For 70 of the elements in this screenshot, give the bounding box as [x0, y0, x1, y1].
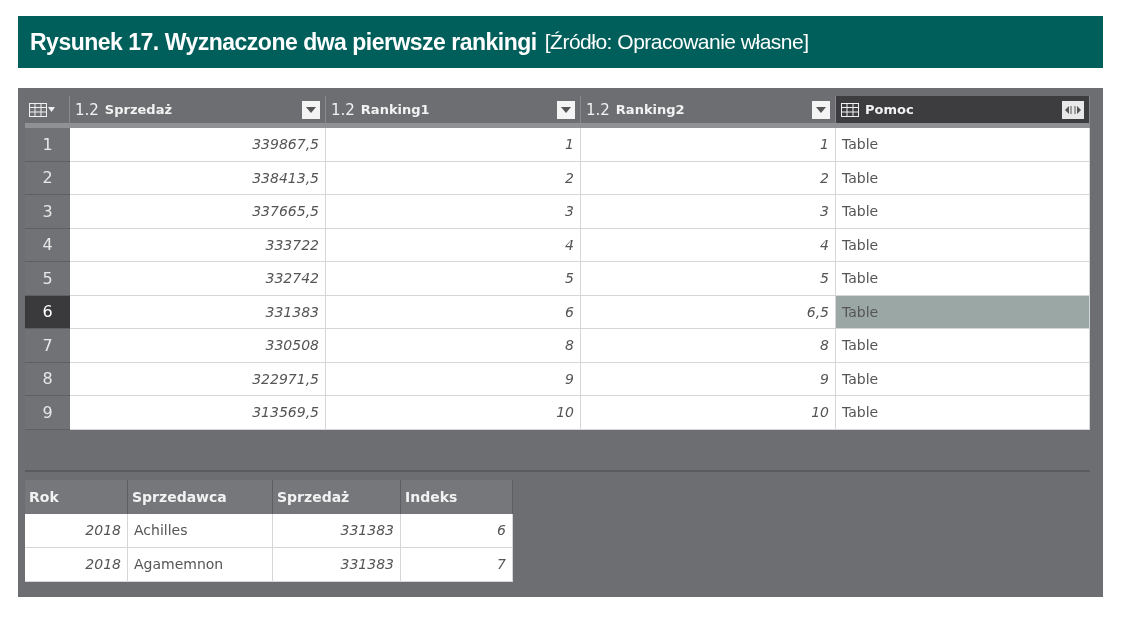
row-number[interactable]: 6	[25, 295, 70, 329]
table-cell: 3	[326, 195, 581, 229]
table-cell: 331383	[70, 295, 326, 329]
table-cell: 3	[581, 195, 836, 229]
table-cell: 333722	[70, 228, 326, 262]
table-cell: Table	[836, 195, 1090, 229]
table-cell: 330508	[70, 329, 326, 363]
table-cell: 5	[326, 262, 581, 296]
column-header: Indeks	[401, 479, 513, 514]
table-cell: 5	[581, 262, 836, 296]
table-cell: 10	[326, 396, 581, 430]
table-cell: Table	[836, 262, 1090, 296]
table-cell: 313569,5	[70, 396, 326, 430]
figure-title: Rysunek 17. Wyznaczone dwa pierwsze rankingi	[30, 28, 537, 56]
column-name: Ranking1	[360, 102, 431, 117]
column-header: Rok	[25, 479, 128, 514]
table-cell: 4	[326, 228, 581, 262]
caret-icon	[48, 107, 55, 112]
row-number[interactable]: 2	[25, 161, 70, 195]
column-header: Sprzedawca	[128, 479, 273, 514]
table-cell: 2	[326, 161, 581, 195]
table-cell: 2	[581, 161, 836, 195]
type-label: 1.2	[586, 100, 610, 119]
table-cell: Table	[836, 396, 1090, 430]
row-number[interactable]: 7	[25, 329, 70, 363]
table-cell: 6	[401, 513, 513, 548]
table-cell: Table	[836, 128, 1090, 162]
row-number[interactable]: 8	[25, 362, 70, 396]
table-cell: 8	[326, 329, 581, 363]
table-cell: 1	[581, 128, 836, 162]
row-number[interactable]: 3	[25, 195, 70, 229]
table-cell: 8	[581, 329, 836, 363]
table-cell: Achilles	[128, 513, 273, 548]
table-cell: 7	[401, 547, 513, 582]
table-cell: 1	[326, 128, 581, 162]
table-cell: Table	[836, 228, 1090, 262]
row-number[interactable]: 4	[25, 228, 70, 262]
table-cell: 322971,5	[70, 362, 326, 396]
table-cell: 339867,5	[70, 128, 326, 162]
column-header[interactable]: Pomoc	[836, 96, 1090, 128]
table-icon	[29, 102, 47, 117]
table-cell: 331383	[273, 547, 401, 582]
table-cell: Table	[836, 329, 1090, 363]
table-cell: 337665,5	[70, 195, 326, 229]
table-cell: 9	[326, 362, 581, 396]
row-number[interactable]: 5	[25, 262, 70, 296]
table-cell: 338413,5	[70, 161, 326, 195]
table-cell: 2018	[25, 547, 128, 582]
table-cell: 331383	[273, 513, 401, 548]
table-cell: 4	[581, 228, 836, 262]
row-number[interactable]: 9	[25, 396, 70, 430]
type-label: 1.2	[331, 100, 355, 119]
figure-source: [Źródło: Opracowanie własne]	[544, 30, 809, 54]
column-header: Sprzedaż	[273, 479, 401, 514]
table-cell: 6,5	[581, 295, 836, 329]
table-cell: 2018	[25, 513, 128, 548]
table-type-icon	[841, 102, 859, 117]
table-cell: Table	[836, 295, 1090, 329]
table-cell: 6	[326, 295, 581, 329]
type-label: 1.2	[75, 100, 99, 119]
table-cell: 9	[581, 362, 836, 396]
row-number[interactable]: 1	[25, 128, 70, 162]
table-cell: 10	[581, 396, 836, 430]
column-name: Pomoc	[865, 102, 915, 117]
table-cell: Table	[836, 362, 1090, 396]
table-cell: Table	[836, 161, 1090, 195]
column-name: Ranking2	[615, 102, 686, 117]
table-cell: 332742	[70, 262, 326, 296]
table-cell: Agamemnon	[128, 547, 273, 582]
column-name: Sprzedaż	[104, 102, 173, 117]
